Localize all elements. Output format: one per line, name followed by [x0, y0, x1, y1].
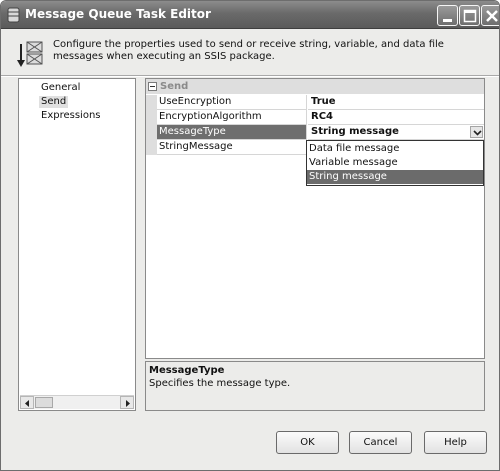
category-row-send[interactable]: Send	[146, 79, 484, 94]
database-icon	[7, 7, 20, 23]
chevron-down-icon	[473, 130, 482, 136]
messagetype-dropdown-list: Data file message Variable message Strin…	[306, 140, 484, 186]
description-text: Configure the properties used to send or…	[53, 39, 444, 62]
arrow-left-icon	[25, 400, 29, 407]
collapse-toggle-icon[interactable]	[148, 82, 157, 91]
property-value[interactable]: True	[308, 95, 484, 110]
category-label: Send	[160, 81, 189, 92]
maximize-button[interactable]	[459, 5, 480, 26]
nav-item-send[interactable]: Send	[39, 96, 69, 108]
property-row-useencryption[interactable]: UseEncryption True	[146, 95, 484, 110]
help-button[interactable]: Help	[424, 431, 487, 454]
help-title: MessageType	[149, 365, 225, 376]
dialog-window: Message Queue Task Editor Configure the …	[0, 0, 500, 471]
ok-button[interactable]: OK	[276, 431, 339, 454]
close-icon	[486, 10, 498, 22]
property-grid: Send UseEncryption True EncryptionAlgori…	[145, 78, 485, 359]
property-help-pane: MessageType Specifies the message type.	[145, 361, 485, 411]
scroll-right-button[interactable]	[120, 396, 134, 409]
property-name: UseEncryption	[157, 95, 307, 110]
property-value[interactable]: String message	[308, 125, 484, 140]
window-title: Message Queue Task Editor	[25, 7, 211, 21]
property-row-encryptionalgorithm[interactable]: EncryptionAlgorithm RC4	[146, 110, 484, 125]
arrow-right-icon	[126, 400, 130, 407]
description-area: Configure the properties used to send or…	[1, 30, 499, 75]
property-name: MessageType	[157, 125, 307, 140]
scrollbar-thumb[interactable]	[35, 397, 53, 408]
cancel-button[interactable]: Cancel	[349, 431, 412, 454]
header-divider	[1, 75, 499, 77]
property-name: EncryptionAlgorithm	[157, 110, 307, 125]
nav-item-expressions[interactable]: Expressions	[39, 110, 103, 122]
property-value[interactable]: RC4	[308, 110, 484, 125]
minimize-button[interactable]	[437, 5, 458, 26]
dropdown-button[interactable]	[470, 126, 483, 138]
page-navigation: General Send Expressions	[18, 78, 136, 411]
help-text: Specifies the message type.	[149, 378, 291, 389]
maximize-icon	[463, 9, 477, 23]
option-variable-message[interactable]: Variable message	[307, 156, 483, 170]
message-queue-icon	[17, 38, 47, 70]
property-name: StringMessage	[157, 140, 307, 155]
nav-item-general[interactable]: General	[39, 82, 82, 94]
close-button[interactable]	[481, 5, 499, 26]
minimize-icon	[443, 19, 452, 22]
messagetype-value: String message	[311, 126, 399, 137]
scroll-left-button[interactable]	[20, 396, 34, 409]
title-bar[interactable]: Message Queue Task Editor	[1, 1, 499, 29]
option-data-file-message[interactable]: Data file message	[307, 142, 483, 156]
horizontal-scrollbar[interactable]	[20, 395, 134, 409]
option-string-message[interactable]: String message	[307, 170, 483, 184]
property-row-messagetype[interactable]: MessageType String message	[146, 125, 484, 140]
